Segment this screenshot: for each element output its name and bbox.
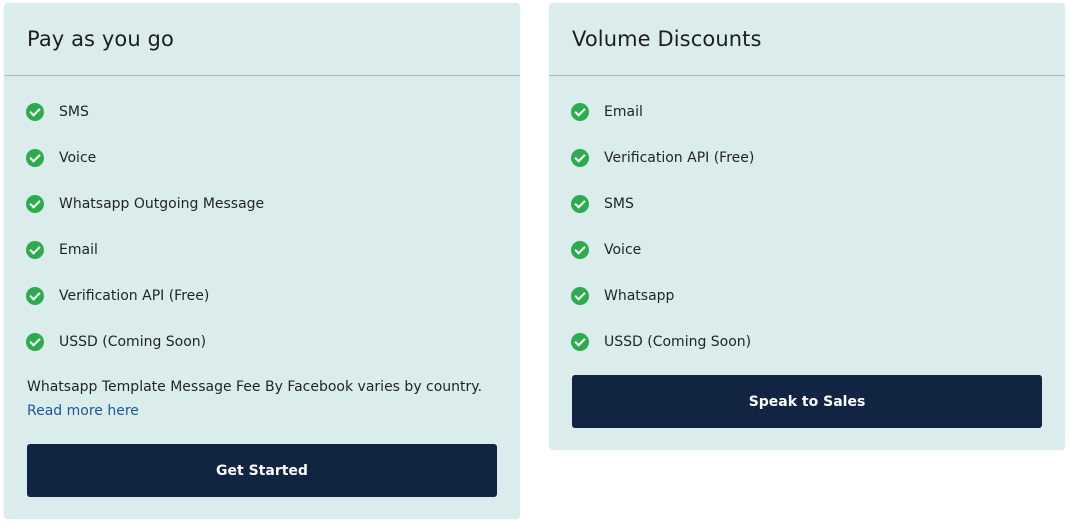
feature-item: Verification API (Free) <box>571 147 754 193</box>
check-circle-icon <box>571 241 589 259</box>
feature-item: Email <box>26 239 264 285</box>
check-circle-icon <box>571 103 589 121</box>
card-title: Volume Discounts <box>572 27 762 51</box>
check-circle-icon <box>571 149 589 167</box>
check-circle-icon <box>571 287 589 305</box>
feature-item: SMS <box>571 193 754 239</box>
feature-label: SMS <box>604 196 634 212</box>
feature-list: SMS Voice Whatsapp Outgoing Message Emai… <box>26 101 264 377</box>
feature-label: Verification API (Free) <box>604 150 755 166</box>
feature-label: Whatsapp <box>604 288 675 304</box>
feature-item: USSD (Coming Soon) <box>26 331 264 377</box>
feature-list: Email Verification API (Free) SMS Voice … <box>571 101 754 377</box>
card-header: Pay as you go <box>4 3 520 76</box>
check-circle-icon <box>26 333 44 351</box>
feature-item: Email <box>571 101 754 147</box>
feature-item: Whatsapp <box>571 285 754 331</box>
card-title: Pay as you go <box>27 27 174 51</box>
card-header: Volume Discounts <box>549 3 1065 76</box>
feature-item: SMS <box>26 101 264 147</box>
feature-label: Verification API (Free) <box>59 288 210 304</box>
read-more-link[interactable]: Read more here <box>27 403 139 419</box>
get-started-button[interactable]: Get Started <box>27 444 497 497</box>
feature-label: Email <box>604 104 643 120</box>
pricing-card-volume-discounts: Volume Discounts Email Verification API … <box>549 3 1065 450</box>
feature-label: USSD (Coming Soon) <box>59 334 207 350</box>
speak-to-sales-button[interactable]: Speak to Sales <box>572 375 1042 428</box>
check-circle-icon <box>26 103 44 121</box>
check-circle-icon <box>571 333 589 351</box>
check-circle-icon <box>26 287 44 305</box>
feature-item: Voice <box>26 147 264 193</box>
feature-label: Voice <box>59 150 97 166</box>
feature-item: Voice <box>571 239 754 285</box>
feature-item: Verification API (Free) <box>26 285 264 331</box>
feature-label: Whatsapp Outgoing Message <box>59 196 265 212</box>
note-text: Whatsapp Template Message Fee By Faceboo… <box>27 379 483 395</box>
feature-item: Whatsapp Outgoing Message <box>26 193 264 239</box>
whatsapp-fee-note: Whatsapp Template Message Fee By Faceboo… <box>27 375 497 423</box>
check-circle-icon <box>571 195 589 213</box>
check-circle-icon <box>26 149 44 167</box>
feature-label: Email <box>59 242 98 258</box>
feature-label: Voice <box>604 242 642 258</box>
feature-item: USSD (Coming Soon) <box>571 331 754 377</box>
pricing-section: Pay as you go SMS Voice Whatsapp Outgoin… <box>0 0 1070 525</box>
check-circle-icon <box>26 195 44 213</box>
feature-label: SMS <box>59 104 89 120</box>
pricing-card-pay-as-you-go: Pay as you go SMS Voice Whatsapp Outgoin… <box>4 3 520 519</box>
feature-label: USSD (Coming Soon) <box>604 334 752 350</box>
check-circle-icon <box>26 241 44 259</box>
